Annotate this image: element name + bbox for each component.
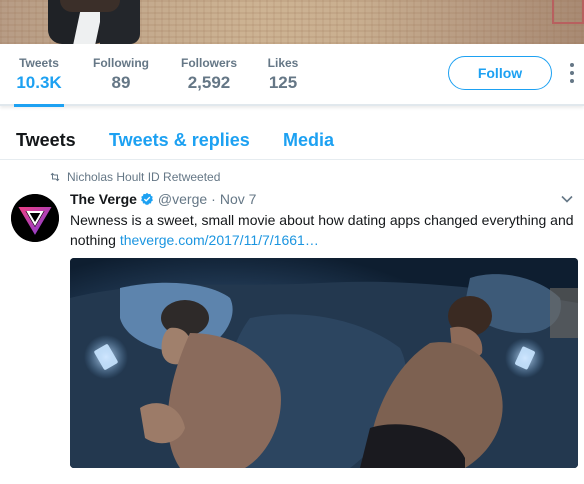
stat-tweets-value: 10.3K [16, 73, 62, 92]
stat-likes-value: 125 [268, 73, 298, 92]
tweet-media-image[interactable] [70, 258, 578, 468]
stat-following-value: 89 [111, 73, 131, 92]
stat-likes-label: Likes [267, 56, 299, 70]
tab-media[interactable]: Media [283, 130, 334, 151]
tweet-timestamp[interactable]: Nov 7 [220, 191, 257, 207]
retweet-context: Nicholas Hoult ID Retweeted [49, 170, 220, 184]
stat-following-label: Following [93, 56, 149, 70]
stat-followers-label: Followers [180, 56, 237, 70]
retweet-context-text: Nicholas Hoult ID Retweeted [67, 170, 221, 184]
stat-followers-value: 2,592 [187, 73, 231, 92]
stat-tweets-label: Tweets [19, 56, 59, 70]
profile-nav-bar: Tweets 10.3K Following 89 Followers 2,59… [0, 44, 584, 107]
tweet-text: Newness is a sweet, small movie about ho… [70, 210, 580, 250]
follow-button[interactable]: Follow [448, 56, 552, 90]
tweet-link[interactable]: theverge.com/2017/11/7/1661… [120, 232, 319, 248]
stat-likes[interactable]: Likes 125 [266, 56, 300, 93]
profile-header-photo [0, 0, 584, 44]
verified-badge-icon [140, 192, 153, 206]
more-options-icon[interactable] [566, 62, 578, 86]
avatar[interactable] [11, 194, 59, 242]
stat-followers[interactable]: Followers 2,592 [178, 56, 240, 93]
stat-following[interactable]: Following 89 [91, 56, 151, 93]
retweet-icon [50, 172, 60, 182]
tab-tweets[interactable]: Tweets [16, 130, 76, 151]
author-name[interactable]: The Verge [70, 191, 137, 207]
stat-tweets[interactable]: Tweets 10.3K [14, 56, 64, 107]
timeline-tabs: Tweets Tweets & replies Media [0, 106, 584, 160]
tab-tweets-and-replies[interactable]: Tweets & replies [109, 130, 250, 151]
separator-dot: · [211, 191, 216, 207]
author-handle[interactable]: @verge [158, 191, 207, 207]
tweet-header: The Verge @verge · Nov 7 [70, 190, 256, 208]
chevron-down-icon[interactable] [560, 192, 574, 206]
